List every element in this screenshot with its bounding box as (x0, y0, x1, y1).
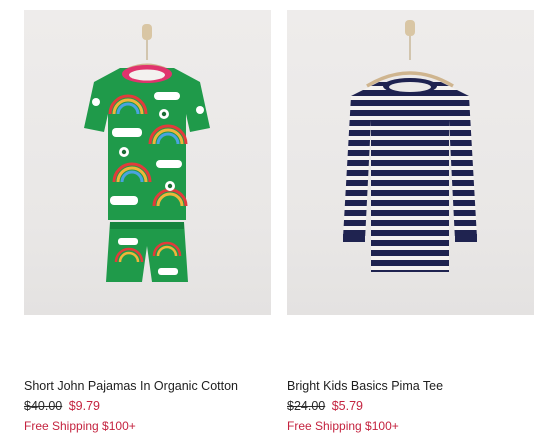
product-card-pajamas[interactable]: Short John Pajamas In Organic Cotton $40… (24, 10, 271, 433)
shipping-note: Free Shipping $100+ (24, 419, 136, 433)
sale-price: $5.79 (331, 399, 363, 413)
product-name[interactable]: Short John Pajamas In Organic Cotton (24, 378, 271, 394)
original-price: $40.00 (24, 399, 63, 413)
striped-tee-illustration (343, 20, 477, 272)
shipping-note: Free Shipping $100+ (287, 419, 399, 433)
product-image-pajamas[interactable] (24, 10, 271, 315)
price-row: $24.00 $5.79 (287, 398, 363, 414)
sale-price: $9.79 (68, 399, 100, 413)
product-name[interactable]: Bright Kids Basics Pima Tee (287, 378, 534, 394)
pajamas-illustration (84, 24, 210, 282)
product-card-tee[interactable]: Bright Kids Basics Pima Tee $24.00 $5.79… (287, 10, 534, 433)
original-price: $24.00 (287, 399, 326, 413)
price-row: $40.00 $9.79 (24, 398, 100, 414)
product-image-tee[interactable] (287, 10, 534, 315)
